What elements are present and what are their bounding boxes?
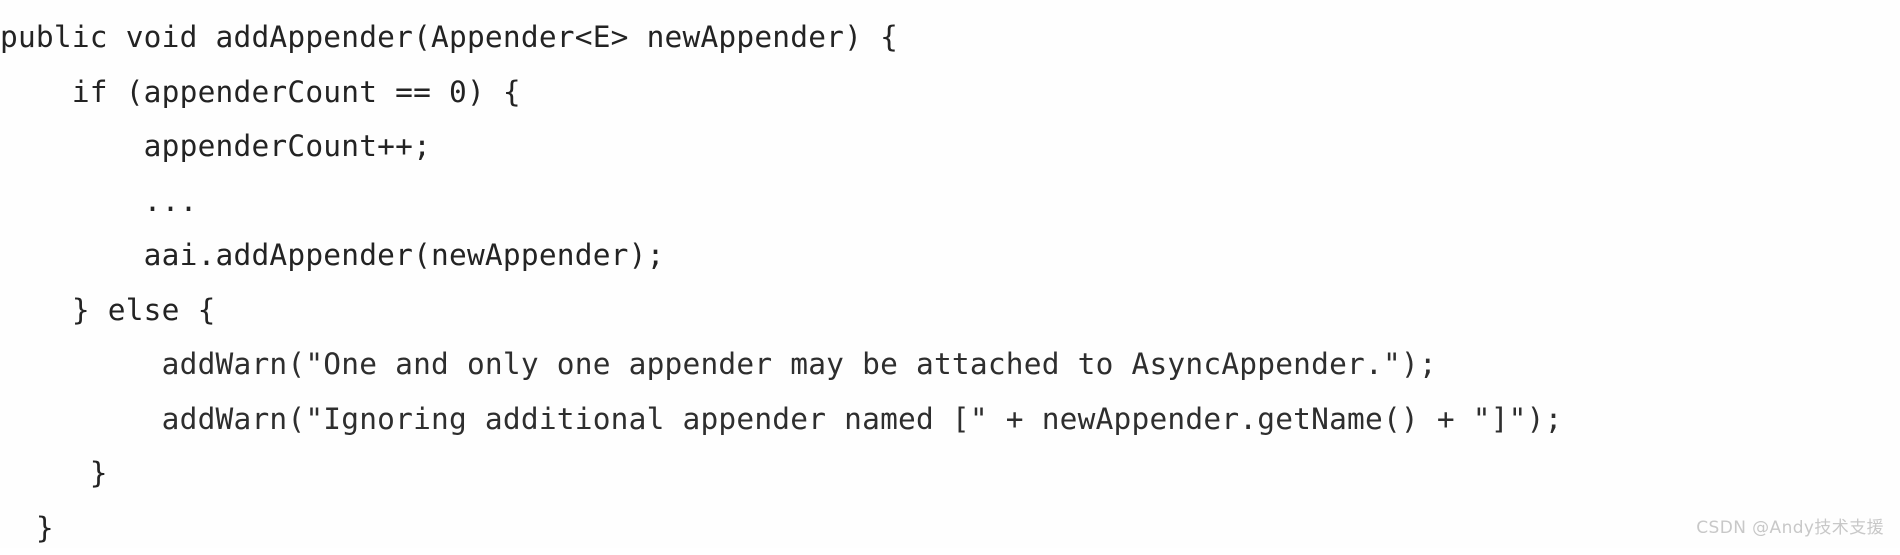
csdn-watermark: CSDN @Andy技术支援: [1696, 513, 1884, 538]
code-line: aai.addAppender(newAppender);: [0, 228, 1900, 283]
code-line: }: [0, 446, 1900, 501]
code-screenshot-page: public void addAppender(Appender<E> newA…: [0, 0, 1900, 548]
code-line: }: [0, 501, 1900, 555]
code-line: addWarn("One and only one appender may b…: [0, 337, 1900, 392]
code-line: } else {: [0, 283, 1900, 338]
code-line: addWarn("Ignoring additional appender na…: [0, 392, 1900, 447]
code-line: appenderCount++;: [0, 119, 1900, 174]
code-block: public void addAppender(Appender<E> newA…: [0, 0, 1900, 555]
code-line: if (appenderCount == 0) {: [0, 65, 1900, 120]
code-line: ...: [0, 174, 1900, 229]
code-line: public void addAppender(Appender<E> newA…: [0, 10, 1900, 65]
